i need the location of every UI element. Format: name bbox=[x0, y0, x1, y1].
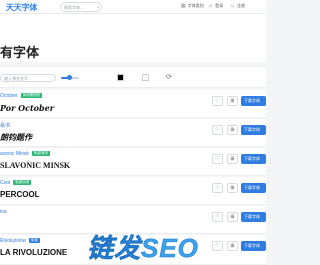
font-card: Cool 免费商用 PERCOOL ♡ ⊞ 下载字体 bbox=[0, 177, 266, 205]
nav-login[interactable]: ☺ 登录 bbox=[208, 3, 223, 9]
page-header bbox=[0, 14, 266, 62]
font-size-slider[interactable] bbox=[61, 75, 79, 80]
cart-icon[interactable]: ⊞ bbox=[227, 96, 238, 106]
watermark-text: 链发SEO bbox=[87, 233, 199, 264]
color-swatch-black[interactable] bbox=[117, 74, 124, 81]
color-swatch-white[interactable] bbox=[142, 74, 149, 81]
user-plus-icon: ☺ bbox=[230, 3, 236, 9]
favorite-icon[interactable]: ♡ bbox=[212, 154, 223, 164]
download-button[interactable]: 下载字体 bbox=[241, 125, 266, 135]
reset-icon[interactable]: ⟳ bbox=[166, 73, 172, 81]
font-name-link[interactable]: 易书 bbox=[0, 122, 10, 129]
font-sample: Por October bbox=[0, 103, 54, 113]
favorite-icon[interactable]: ♡ bbox=[212, 125, 223, 135]
cart-icon[interactable]: ⊞ bbox=[227, 125, 238, 135]
font-card: 易书 朗钧题作 ♡ ⊞ 下载字体 bbox=[0, 119, 266, 147]
nav-label: 登录 bbox=[215, 3, 224, 8]
nav-font-categories[interactable]: ▦ 字体类别 bbox=[181, 3, 204, 9]
download-button[interactable]: 下载字体 bbox=[241, 212, 266, 222]
download-button[interactable]: 下载字体 bbox=[241, 241, 266, 251]
license-badge: 商用需授权 bbox=[20, 93, 43, 99]
grid-icon: ▦ bbox=[181, 3, 186, 9]
font-name-link[interactable]: ina bbox=[0, 209, 7, 215]
cart-icon[interactable]: ⊞ bbox=[227, 212, 238, 222]
nav-label: 字体类别 bbox=[187, 3, 204, 8]
font-name[interactable]: October bbox=[0, 93, 18, 99]
download-button[interactable]: 下载字体 bbox=[241, 183, 266, 193]
download-button[interactable]: 下载字体 bbox=[241, 154, 266, 164]
favorite-icon[interactable]: ♡ bbox=[212, 96, 223, 106]
page-title: 有字体 bbox=[0, 45, 40, 60]
top-navigation-bar: 天天字体 搜索字体... ⌕ ▦ 字体类别 ☺ 登录 ☺ 注册 bbox=[0, 0, 266, 14]
favorite-icon[interactable]: ♡ bbox=[212, 183, 223, 193]
download-button[interactable]: 下载字体 bbox=[241, 96, 266, 106]
font-card: October 商用需授权 Por October ♡ ⊞ 下载字体 bbox=[0, 90, 266, 118]
font-name-link[interactable]: October 商用需授权 bbox=[0, 93, 43, 99]
font-card: avonic Minsk 免费商用 SLAVONIC MINSK ♡ ⊞ 下载字体 bbox=[0, 148, 266, 176]
font-name[interactable]: avonic Minsk bbox=[0, 151, 29, 157]
font-name-link[interactable]: avonic Minsk 免费商用 bbox=[0, 151, 50, 157]
preview-text-input[interactable]: 输入预览文字... bbox=[0, 74, 56, 82]
font-name[interactable]: Rivoluzione bbox=[0, 238, 26, 244]
font-sample: 朗钧题作 bbox=[0, 132, 32, 142]
cart-icon[interactable]: ⊞ bbox=[227, 183, 238, 193]
cart-icon[interactable]: ⊞ bbox=[227, 154, 238, 164]
license-badge: 免费商用 bbox=[31, 151, 50, 157]
favorite-icon[interactable]: ♡ bbox=[212, 212, 223, 222]
license-badge: 免费 bbox=[28, 238, 40, 244]
user-icon: ☺ bbox=[208, 3, 214, 9]
font-name[interactable]: 易书 bbox=[0, 123, 10, 129]
site-logo[interactable]: 天天字体 bbox=[6, 2, 37, 13]
font-sample: SLAVONIC MINSK bbox=[0, 161, 71, 170]
font-name[interactable]: ina bbox=[0, 209, 7, 215]
font-sample: LA RIVOLUZIONE bbox=[0, 248, 68, 257]
font-sample: PERCOOL bbox=[0, 190, 40, 199]
favorite-icon[interactable]: ♡ bbox=[212, 241, 223, 251]
nav-label: 注册 bbox=[237, 3, 246, 8]
license-badge: 免费商用 bbox=[13, 180, 32, 186]
search-icon[interactable]: ⌕ bbox=[97, 4, 99, 9]
cart-icon[interactable]: ⊞ bbox=[227, 241, 238, 251]
font-name-link[interactable]: Rivoluzione 免费 bbox=[0, 238, 40, 244]
slider-handle[interactable] bbox=[66, 75, 72, 80]
preview-toolbar: 输入预览文字... ⟳ bbox=[0, 66, 266, 88]
font-name-link[interactable]: Cool 免费商用 bbox=[0, 180, 32, 186]
font-name[interactable]: Cool bbox=[0, 180, 10, 186]
nav-register[interactable]: ☺ 注册 bbox=[230, 3, 245, 9]
search-input[interactable]: 搜索字体... bbox=[60, 2, 102, 12]
